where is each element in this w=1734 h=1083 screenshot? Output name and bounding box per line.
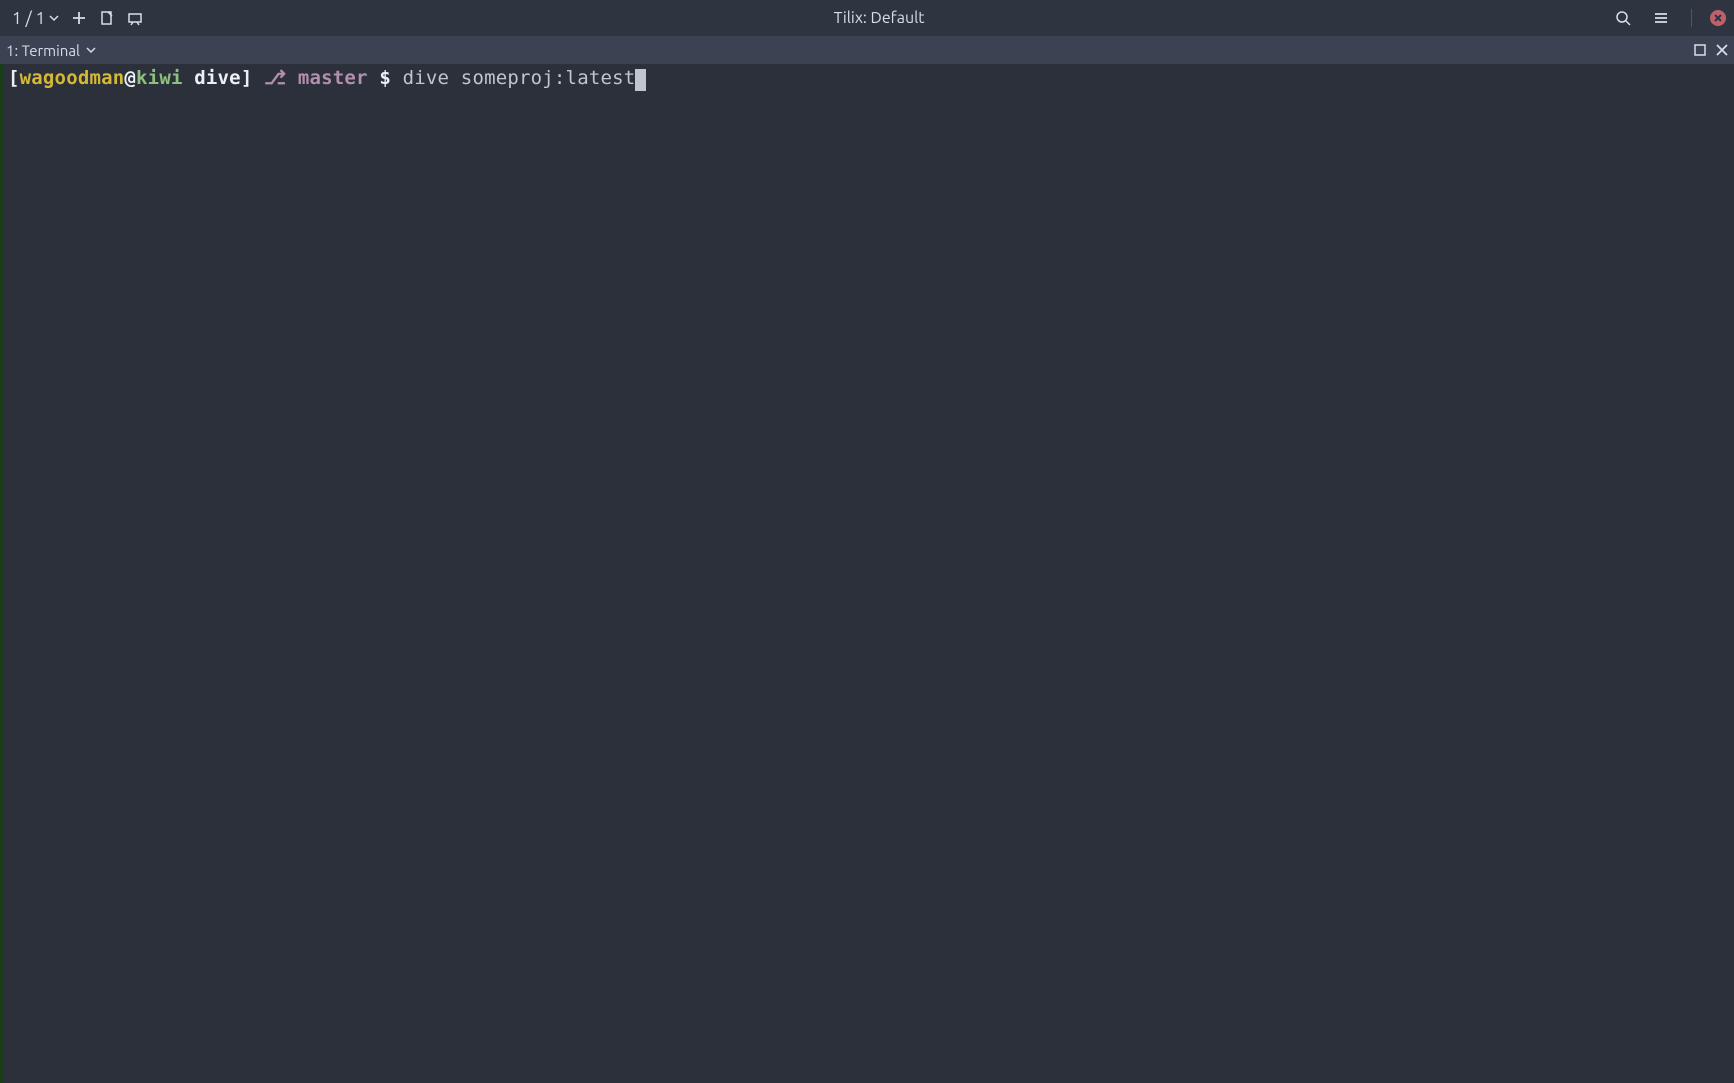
add-terminal-button[interactable] xyxy=(67,6,91,30)
chevron-down-icon xyxy=(86,45,96,55)
hamburger-icon xyxy=(1653,10,1669,26)
terminal-viewport[interactable]: [wagoodman@kiwi dive] ⎇ master $ dive so… xyxy=(0,64,1734,1083)
search-button[interactable] xyxy=(1611,6,1635,30)
session-counter: 1 / 1 xyxy=(12,9,45,28)
git-branch-icon: ⎇ xyxy=(264,67,286,89)
terminal-tabbar: 1: Terminal xyxy=(0,36,1734,64)
menu-button[interactable] xyxy=(1649,6,1673,30)
tab-controls xyxy=(1694,44,1728,56)
prompt-at: @ xyxy=(124,67,136,89)
prompt-bracket-open: [ xyxy=(8,67,20,89)
terminal-cursor xyxy=(635,69,646,91)
titlebar-right-group xyxy=(1611,6,1726,30)
titlebar-left-group: 1 / 1 xyxy=(8,6,147,30)
divider xyxy=(1691,9,1692,27)
prompt-user: wagoodman xyxy=(20,67,125,89)
close-pane-button[interactable] xyxy=(1716,44,1728,56)
session-switcher[interactable]: 1 / 1 xyxy=(8,9,63,28)
prompt-bracket-close: ] xyxy=(241,67,253,89)
sync-input-button[interactable] xyxy=(123,6,147,30)
prompt-space xyxy=(183,67,195,89)
prompt-folder: dive xyxy=(194,67,241,89)
chevron-down-icon xyxy=(49,13,59,23)
close-icon xyxy=(1714,14,1722,22)
prompt-line: [wagoodman@kiwi dive] ⎇ master $ dive so… xyxy=(8,66,1730,92)
maximize-pane-button[interactable] xyxy=(1694,44,1706,56)
command-input: dive someproj:latest xyxy=(403,67,636,89)
close-window-button[interactable] xyxy=(1710,10,1726,26)
split-terminal-button[interactable] xyxy=(95,6,119,30)
terminal-tab-label: 1: Terminal xyxy=(6,42,80,59)
titlebar: 1 / 1 Tilix: Default xyxy=(0,0,1734,36)
search-icon xyxy=(1615,10,1631,26)
prompt-host: kiwi xyxy=(136,67,183,89)
prompt-dollar: $ xyxy=(379,67,391,89)
git-branch-name: master xyxy=(298,67,368,89)
window-title: Tilix: Default xyxy=(147,9,1611,27)
terminal-tab[interactable]: 1: Terminal xyxy=(6,42,96,59)
